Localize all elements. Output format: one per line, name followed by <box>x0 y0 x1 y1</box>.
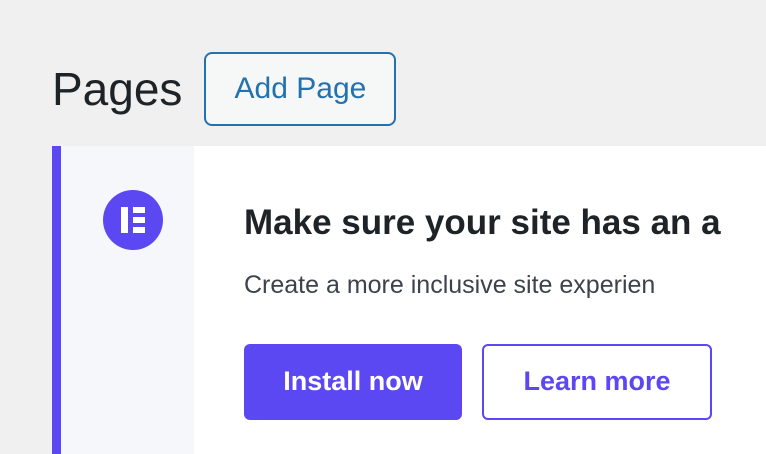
elementor-accessibility-notice: Make sure your site has an a Create a mo… <box>52 146 766 454</box>
notice-actions: Install now Learn more <box>244 343 766 420</box>
elementor-logo-top-bar <box>133 207 145 213</box>
install-now-button[interactable]: Install now <box>244 343 462 420</box>
notice-icon-area <box>61 146 194 454</box>
page-title: Pages <box>52 63 183 115</box>
notice-heading: Make sure your site has an a <box>244 203 721 242</box>
elementor-logo-middle-bar <box>133 217 145 223</box>
pages-screen: Pages Add Page Make sure your site has a… <box>0 0 766 454</box>
elementor-logo-bottom-bar <box>133 227 145 233</box>
add-page-button[interactable]: Add Page <box>204 52 397 126</box>
notice-content: Make sure your site has an a Create a mo… <box>244 203 766 420</box>
elementor-logo-icon <box>103 190 163 250</box>
learn-more-button[interactable]: Learn more <box>482 343 712 420</box>
notice-description: Create a more inclusive site experien <box>244 270 656 299</box>
page-header: Pages Add Page <box>52 52 397 126</box>
elementor-logo-left-bar <box>121 207 128 233</box>
